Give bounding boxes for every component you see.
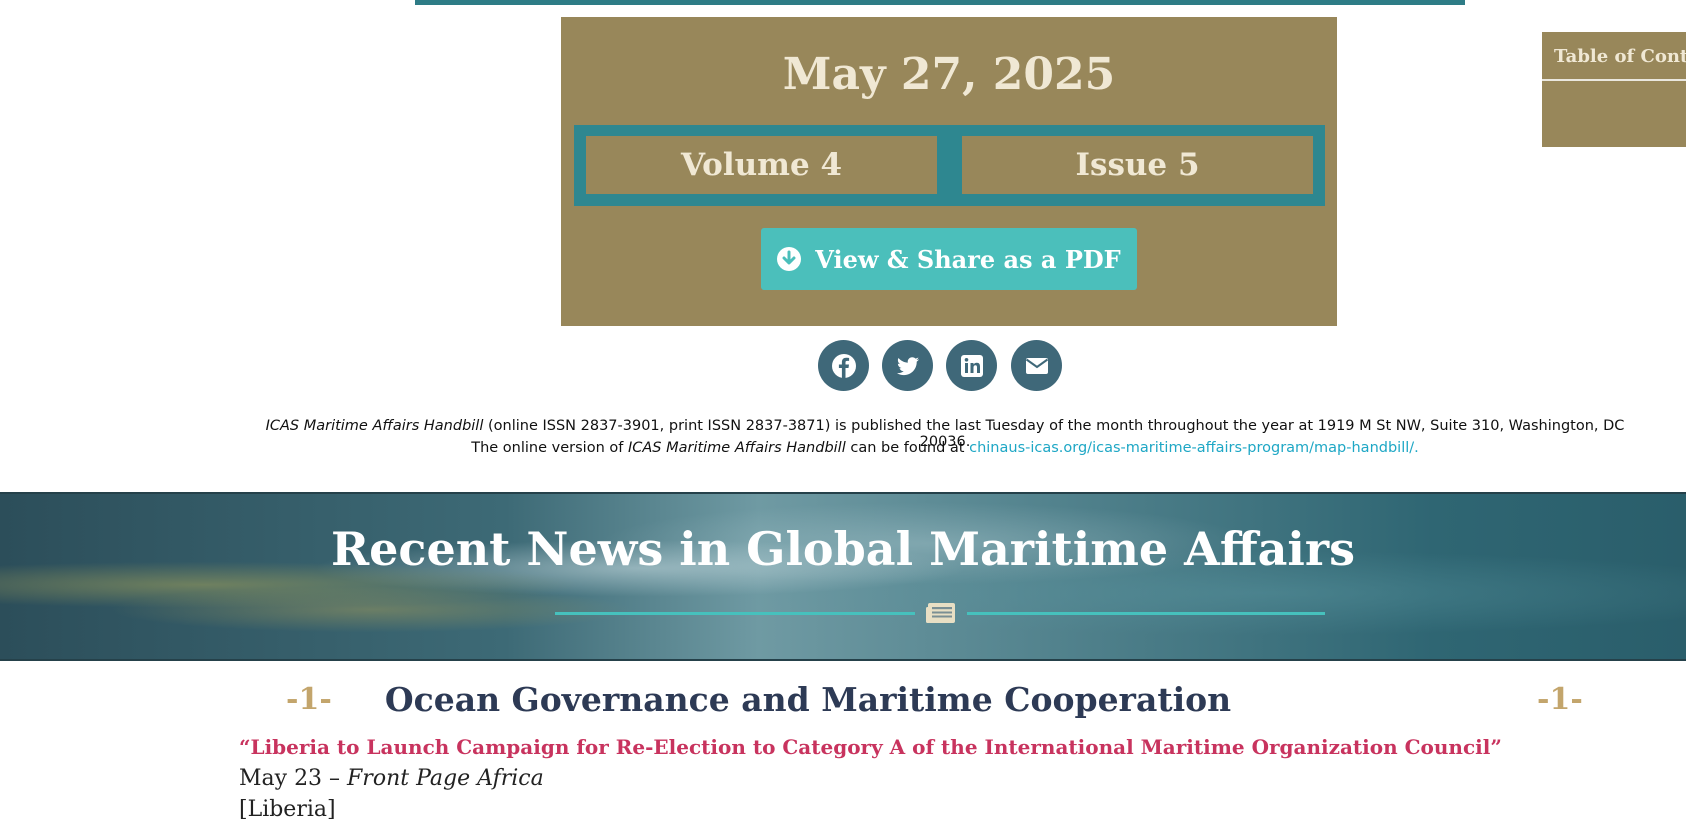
article-source: Front Page Africa bbox=[347, 766, 544, 791]
download-circle-icon bbox=[777, 247, 802, 271]
handbill-title: ICAS Maritime Affairs Handbill bbox=[265, 418, 484, 434]
linkedin-share-button[interactable] bbox=[946, 340, 997, 391]
article-headline-link[interactable]: “Liberia to Launch Campaign for Re-Elect… bbox=[239, 735, 1502, 759]
table-of-contents-panel[interactable]: Table of Contents bbox=[1542, 32, 1686, 147]
online-version-prefix: The online version of bbox=[471, 440, 628, 456]
publication-info-line2: The online version of ICAS Maritime Affa… bbox=[250, 440, 1640, 456]
top-accent-bar bbox=[415, 0, 1465, 5]
banner-title: Recent News in Global Maritime Affairs bbox=[330, 522, 1356, 576]
article-date-source: May 23 – Front Page Africa bbox=[239, 766, 544, 791]
view-pdf-button[interactable]: View & Share as a PDF bbox=[761, 228, 1137, 290]
online-version-middle: can be found at bbox=[845, 440, 970, 456]
newspaper-icon bbox=[926, 603, 955, 623]
banner-divider-left bbox=[555, 612, 915, 615]
twitter-icon bbox=[896, 356, 919, 375]
volume-issue-frame: Volume 4 Issue 5 bbox=[574, 125, 1325, 206]
handbill-title-2: ICAS Maritime Affairs Handbill bbox=[627, 440, 846, 456]
article-date: May 23 – bbox=[239, 766, 348, 791]
volume-label: Volume 4 bbox=[586, 136, 937, 194]
view-pdf-label: View & Share as a PDF bbox=[815, 244, 1121, 274]
issue-date: May 27, 2025 bbox=[782, 49, 1116, 100]
linkedin-icon bbox=[960, 354, 983, 377]
handbill-url-link[interactable]: chinaus-icas.org/icas-maritime-affairs-p… bbox=[969, 440, 1419, 456]
email-share-button[interactable] bbox=[1011, 340, 1062, 391]
facebook-icon bbox=[831, 353, 856, 378]
facebook-share-button[interactable] bbox=[818, 340, 869, 391]
toc-divider bbox=[1542, 79, 1686, 81]
article-country: [Liberia] bbox=[239, 797, 336, 822]
toc-title: Table of Contents bbox=[1554, 46, 1686, 67]
social-share-bar bbox=[818, 340, 1064, 392]
issue-card: May 27, 2025 Volume 4 Issue 5 View & Sha… bbox=[561, 17, 1337, 326]
news-banner: Recent News in Global Maritime Affairs bbox=[0, 492, 1686, 661]
email-icon bbox=[1025, 357, 1048, 374]
section-number-right: -1- bbox=[1537, 682, 1583, 717]
banner-divider-right bbox=[967, 612, 1325, 615]
issue-label: Issue 5 bbox=[962, 136, 1313, 194]
twitter-share-button[interactable] bbox=[882, 340, 933, 391]
section-title: Ocean Governance and Maritime Cooperatio… bbox=[384, 680, 1232, 719]
